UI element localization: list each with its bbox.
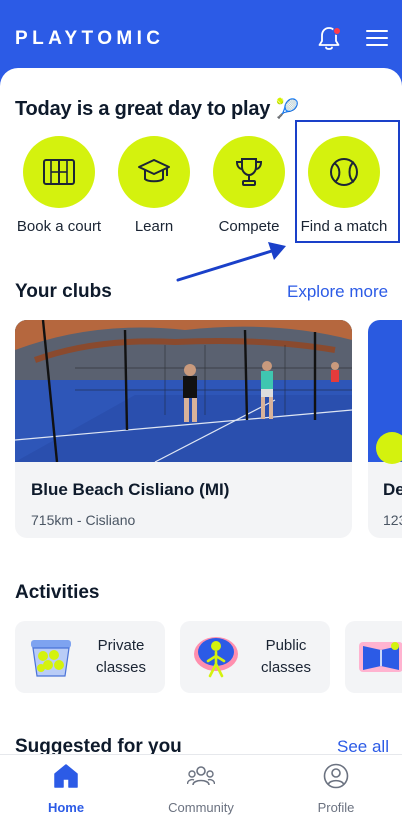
bottom-tab-bar: Home Community Profile: [0, 754, 402, 816]
club-name: Blue Beach Cisliano (MI): [31, 480, 230, 499]
action-label: Compete: [218, 218, 280, 235]
hamburger-menu-icon[interactable]: [366, 30, 388, 48]
club-photo: [15, 320, 352, 462]
tab-label: Profile: [317, 800, 355, 815]
graduation-cap-icon: [118, 136, 190, 208]
activity-label: Public: [265, 637, 307, 654]
tab-profile[interactable]: Profile: [286, 763, 386, 815]
notification-dot: [333, 27, 341, 35]
club-name: De: [383, 480, 402, 499]
ball-basket-icon: [31, 640, 71, 677]
tab-home[interactable]: Home: [16, 763, 116, 815]
tab-label: Home: [47, 800, 85, 815]
player-icon: [194, 637, 238, 678]
action-compete[interactable]: Compete: [202, 136, 296, 235]
activity-private-classes[interactable]: Private classes: [15, 621, 165, 693]
court-icon: [376, 432, 402, 464]
club-distance: 123: [383, 512, 402, 528]
community-icon: [186, 766, 216, 786]
club-card[interactable]: De 123: [368, 320, 402, 538]
activity-card[interactable]: [345, 621, 402, 693]
activity-label: classes: [95, 659, 147, 676]
court-icon: [23, 136, 95, 208]
tab-label: Community: [168, 800, 234, 815]
action-learn[interactable]: Learn: [107, 136, 201, 235]
activities-section-title: Activities: [15, 582, 100, 603]
clubs-section-title: Your clubs: [15, 281, 112, 302]
top-bar: PLAYTOMIC: [0, 0, 402, 78]
explore-more-link[interactable]: Explore more: [287, 282, 388, 302]
activity-label: classes: [260, 659, 312, 676]
annotation-highlight-box: [295, 120, 400, 243]
greeting-title: Today is a great day to play 🎾: [15, 98, 300, 120]
home-icon: [54, 764, 78, 788]
action-book-court[interactable]: Book a court: [12, 136, 106, 235]
profile-icon: [323, 763, 349, 789]
tennis-racket-icon: 🎾: [275, 99, 300, 120]
tab-community[interactable]: Community: [151, 763, 251, 815]
app-logo[interactable]: PLAYTOMIC: [15, 28, 164, 50]
trophy-icon: [213, 136, 285, 208]
annotation-arrow: [176, 242, 286, 282]
club-photo: [368, 320, 402, 464]
activity-label: Private: [97, 637, 145, 654]
court-map-icon: [359, 642, 402, 672]
main-content: Today is a great day to play 🎾 Book a co…: [0, 68, 402, 768]
activity-public-classes[interactable]: Public classes: [180, 621, 330, 693]
club-distance: 715km - Cisliano: [31, 512, 136, 528]
action-label: Book a court: [16, 218, 102, 235]
club-card[interactable]: Blue Beach Cisliano (MI) 715km - Cislian…: [15, 320, 352, 538]
action-label: Learn: [134, 218, 174, 235]
